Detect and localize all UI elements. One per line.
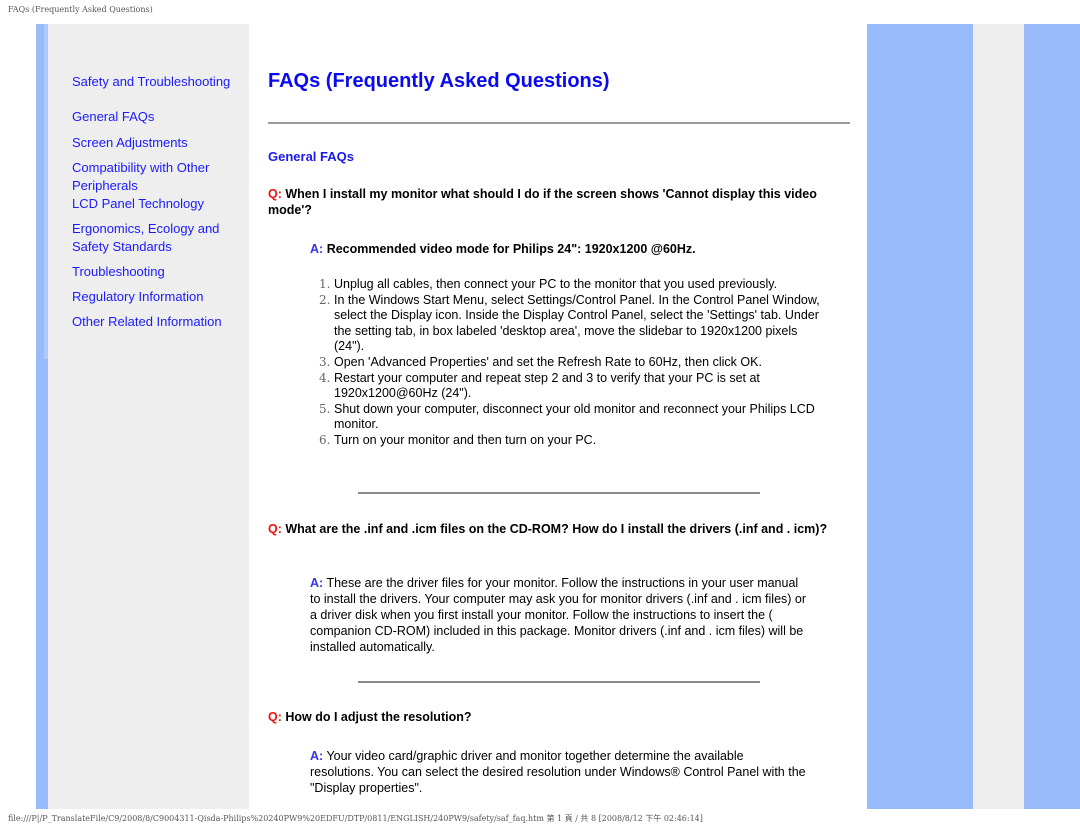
step-item: 6. Turn on your monitor and then turn on … <box>319 432 597 447</box>
sidebar-nav: Safety and Troubleshooting General FAQs … <box>72 73 242 331</box>
answer-label: A: <box>310 749 324 763</box>
question-text: When I install my monitor what should I … <box>268 187 817 217</box>
step-item: 2. In the Windows Start Menu, select Sett… <box>319 292 820 354</box>
faq-question-3: Q: How do I adjust the resolution? <box>268 709 850 725</box>
step-item: 1. Unplug all cables, then connect your P… <box>319 277 778 291</box>
faq-answer-2: A: These are the driver files for your m… <box>310 575 810 655</box>
faq-question-1: Q: When I install my monitor what should… <box>268 186 850 218</box>
sidebar-item-general-faqs[interactable]: General FAQs <box>72 108 242 126</box>
right-panel-gray <box>973 24 1024 809</box>
sidebar-item-regulatory-information[interactable]: Regulatory Information <box>72 288 242 306</box>
question-text: What are the .inf and .icm files on the … <box>285 522 828 536</box>
sidebar-item-troubleshooting[interactable]: Troubleshooting <box>72 263 242 281</box>
question-label: Q: <box>268 522 282 536</box>
section-title: General FAQs <box>268 149 354 164</box>
sidebar: Safety and Troubleshooting General FAQs … <box>36 24 249 809</box>
faq-divider <box>358 681 760 683</box>
sidebar-item-compatibility[interactable]: Compatibility with Other Peripherals <box>72 159 227 195</box>
sidebar-item-other-related-information[interactable]: Other Related Information <box>72 313 242 331</box>
question-label: Q: <box>268 710 282 724</box>
title-divider <box>268 122 850 124</box>
question-text: How do I adjust the resolution? <box>285 710 472 724</box>
answer-text: Your video card/graphic driver and monit… <box>310 749 806 795</box>
answer-label: A: <box>310 576 324 590</box>
faq-divider <box>358 492 760 494</box>
step-item: 4. Restart your computer and repeat step … <box>319 370 760 401</box>
page-title: FAQs (Frequently Asked Questions) <box>268 70 610 92</box>
step-item: 3. Open 'Advanced Properties' and set the… <box>319 354 762 369</box>
sidebar-item-lcd-panel-technology[interactable]: LCD Panel Technology <box>72 195 242 213</box>
sidebar-item-screen-adjustments[interactable]: Screen Adjustments <box>72 134 242 152</box>
right-panel-blue-edge <box>1024 24 1080 809</box>
right-panel-blue <box>867 24 973 809</box>
page-header-title: FAQs (Frequently Asked Questions) <box>8 5 153 14</box>
sidebar-accent-highlight <box>44 24 48 359</box>
answer-text: These are the driver files for your moni… <box>310 576 807 654</box>
page-footer-path: file:///P|/P_TranslateFile/C9/2008/8/C90… <box>8 814 703 823</box>
question-label: Q: <box>268 187 282 201</box>
faq-answer-1: A: Recommended video mode for Philips 24… <box>310 241 810 257</box>
steps-list: 1. Unplug all cables, then connect your P… <box>319 277 820 449</box>
answer-text: Recommended video mode for Philips 24": … <box>326 242 696 256</box>
faq-answer-3: A: Your video card/graphic driver and mo… <box>310 748 810 796</box>
answer-label: A: <box>310 242 324 256</box>
sidebar-item-ergonomics[interactable]: Ergonomics, Ecology and Safety Standards <box>72 220 232 256</box>
faq-question-2: Q: What are the .inf and .icm files on t… <box>268 521 850 537</box>
sidebar-item-safety-troubleshooting[interactable]: Safety and Troubleshooting <box>72 73 242 91</box>
step-item: 5. Shut down your computer, disconnect yo… <box>319 401 815 432</box>
